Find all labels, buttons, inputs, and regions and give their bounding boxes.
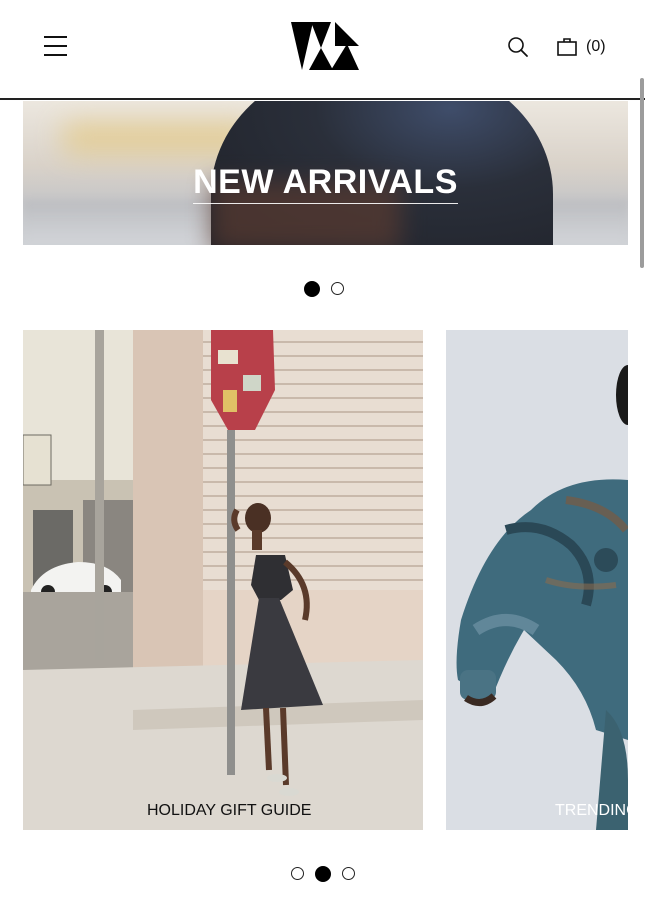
holiday-gift-guide-image (23, 330, 423, 830)
card-trending[interactable]: TRENDING (446, 330, 628, 830)
card-holiday-gift-guide[interactable]: HOLIDAY GIFT GUIDE (23, 330, 423, 830)
search-icon[interactable] (507, 36, 529, 58)
carousel-dot-3[interactable] (342, 867, 355, 880)
hero-banner[interactable]: NEW ARRIVALS (23, 101, 628, 245)
cart-count[interactable]: (0) (586, 38, 606, 56)
hero-title: NEW ARRIVALS (23, 163, 628, 204)
new-arrivals-link[interactable]: NEW ARRIVALS (193, 163, 458, 204)
card-label: TRENDING (555, 802, 628, 819)
trending-image (446, 330, 628, 830)
site-header: (0) (0, 0, 645, 100)
hero-dot-1[interactable] (304, 280, 320, 297)
carousel-dot-2[interactable] (315, 865, 331, 882)
scrollbar-thumb[interactable] (640, 78, 644, 268)
hero-carousel-dots (304, 280, 344, 297)
brand-logo-icon[interactable] (291, 22, 359, 72)
hamburger-menu-icon[interactable] (44, 35, 68, 57)
shopping-bag-icon[interactable] (556, 37, 578, 57)
hero-dot-2[interactable] (331, 282, 344, 295)
card-label: HOLIDAY GIFT GUIDE (147, 802, 312, 819)
carousel-dot-1[interactable] (291, 867, 304, 880)
carousel-dots (291, 865, 355, 882)
